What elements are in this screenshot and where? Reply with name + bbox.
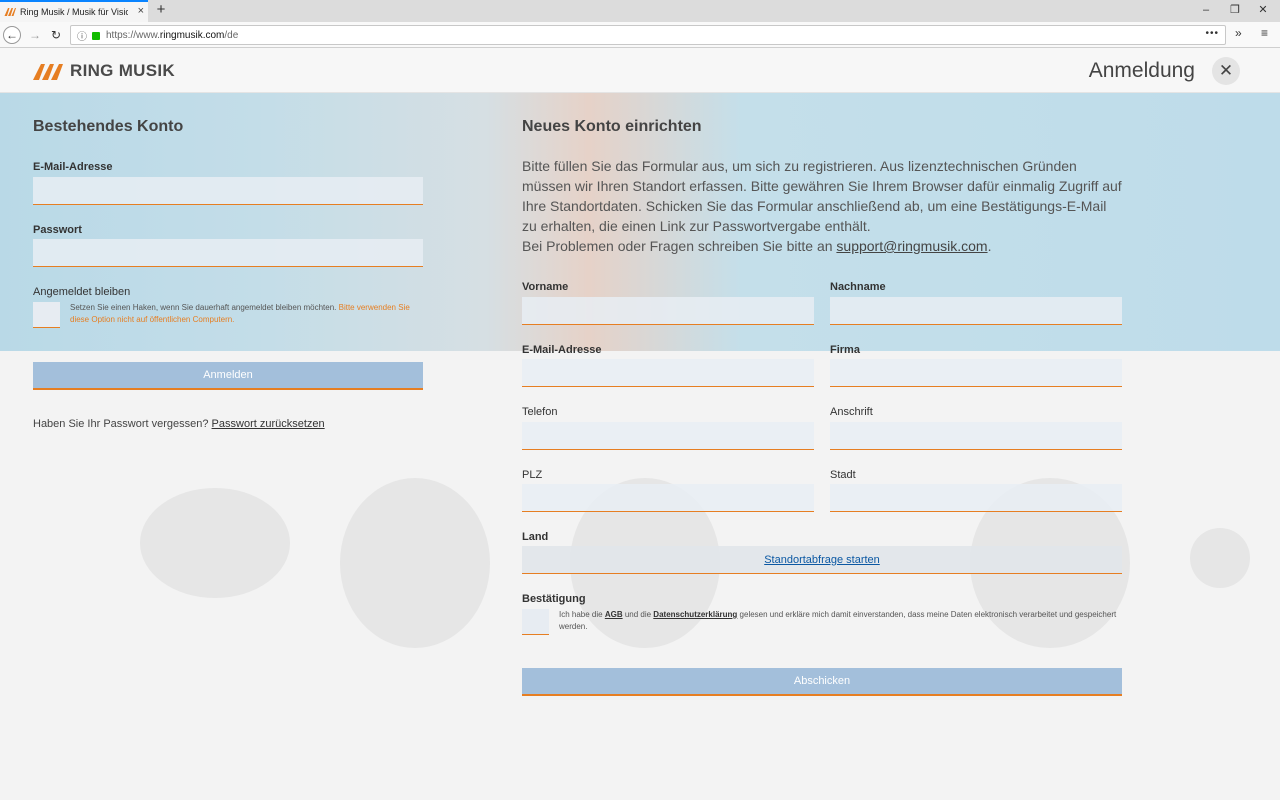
company-label: Firma	[830, 344, 860, 356]
country-label: Land	[522, 531, 549, 543]
login-email-input[interactable]	[33, 177, 423, 205]
location-request-button[interactable]: Standortabfrage starten	[522, 546, 1122, 574]
page: RING MUSIK Anmeldung ✕ Bestehendes Konto…	[0, 48, 1280, 800]
address-label: Anschrift	[830, 406, 873, 418]
reload-icon[interactable]: ↻	[47, 26, 65, 44]
login-email-label: E-Mail-Adresse	[33, 161, 113, 173]
zip-input[interactable]	[522, 484, 814, 512]
register-heading: Neues Konto einrichten	[522, 118, 702, 135]
login-submit-button[interactable]: Anmelden	[33, 362, 423, 390]
browser-tab[interactable]: Ring Musik / Musik für Visionen ×	[0, 0, 148, 22]
firstname-input[interactable]	[522, 297, 814, 325]
address-bar[interactable]: ⓘ https://www.ringmusik.com/de •••	[70, 25, 1226, 45]
register-email-label: E-Mail-Adresse	[522, 344, 602, 356]
login-password-label: Passwort	[33, 224, 82, 236]
close-icon[interactable]: ✕	[1212, 57, 1240, 85]
agb-link[interactable]: AGB	[605, 610, 623, 619]
window-close-button[interactable]: ✕	[1246, 2, 1280, 18]
back-arrow-icon[interactable]: ←	[3, 26, 21, 44]
browser-tab-bar: Ring Musik / Musik für Visionen × + – ❐ …	[0, 0, 1280, 22]
city-input[interactable]	[830, 484, 1122, 512]
forgot-password-line: Haben Sie Ihr Passwort vergessen? Passwo…	[33, 418, 325, 430]
ring-musik-logo[interactable]: RING MUSIK	[33, 61, 175, 81]
lock-icon	[92, 32, 100, 40]
new-tab-button[interactable]: +	[152, 1, 170, 19]
remember-hint: Setzen Sie einen Haken, wenn Sie dauerha…	[70, 303, 410, 324]
phone-input[interactable]	[522, 422, 814, 450]
firstname-label: Vorname	[522, 281, 569, 293]
ring-musik-favicon	[4, 8, 16, 16]
remember-label: Angemeldet bleiben	[33, 286, 131, 298]
lastname-label: Nachname	[830, 281, 886, 293]
url-text[interactable]: https://www.ringmusik.com/de	[106, 30, 238, 41]
login-heading: Bestehendes Konto	[33, 118, 184, 135]
support-email-link[interactable]: support@ringmusik.com	[836, 238, 987, 254]
reset-password-link[interactable]: Passwort zurücksetzen	[212, 418, 325, 430]
confirm-text: Ich habe die AGB und die Datenschutzerkl…	[559, 610, 1117, 631]
overflow-chevron-icon[interactable]: »	[1235, 26, 1242, 40]
register-submit-button[interactable]: Abschicken	[522, 668, 1122, 696]
tab-title: Ring Musik / Musik für Visionen	[20, 7, 128, 17]
page-actions-icon[interactable]: •••	[1205, 28, 1219, 39]
register-email-input[interactable]	[522, 359, 814, 387]
confirm-label: Bestätigung	[522, 593, 586, 605]
site-header: RING MUSIK Anmeldung ✕	[0, 48, 1280, 93]
browser-nav-bar: ← → ↻ ⓘ https://www.ringmusik.com/de •••…	[0, 22, 1280, 48]
background-blur-shape	[140, 488, 290, 598]
page-title: Anmeldung	[1088, 59, 1195, 82]
background-blur-shape	[1190, 528, 1250, 588]
tab-close-icon[interactable]: ×	[138, 5, 144, 17]
logo-mark-icon	[33, 64, 63, 80]
register-intro: Bitte füllen Sie das Formular aus, um si…	[522, 158, 1122, 254]
lastname-input[interactable]	[830, 297, 1122, 325]
address-input[interactable]	[830, 422, 1122, 450]
privacy-link[interactable]: Datenschutzerklärung	[653, 610, 737, 619]
phone-label: Telefon	[522, 406, 558, 418]
login-password-input[interactable]	[33, 239, 423, 267]
site-info-icon[interactable]: ⓘ	[77, 28, 87, 43]
background-blur-shape	[340, 478, 490, 648]
logo-text: RING MUSIK	[70, 61, 175, 80]
city-label: Stadt	[830, 469, 856, 481]
company-input[interactable]	[830, 359, 1122, 387]
menu-icon[interactable]: ≡	[1261, 26, 1268, 40]
forward-arrow-icon[interactable]: →	[26, 26, 44, 44]
confirm-checkbox[interactable]	[522, 609, 549, 635]
remember-checkbox[interactable]	[33, 302, 60, 328]
zip-label: PLZ	[522, 469, 543, 481]
